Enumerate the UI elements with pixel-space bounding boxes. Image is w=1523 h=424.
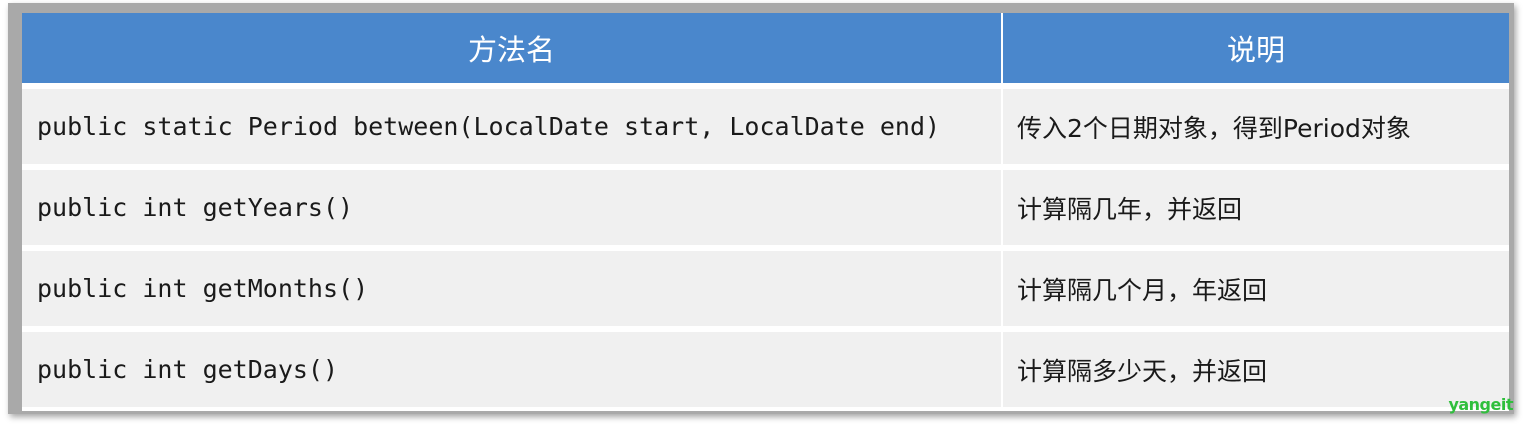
method-cell: public static Period between(LocalDate s…: [22, 83, 1003, 167]
watermark-logo: yangeit: [1448, 395, 1513, 414]
table-row: public int getMonths() 计算隔几个月，年返回: [22, 245, 1509, 329]
description-cell: 计算隔多少天，并返回: [1002, 326, 1509, 407]
table-frame: 方法名 说明 public static Period between(Loca…: [8, 3, 1514, 414]
table-container: 方法名 说明 public static Period between(Loca…: [22, 13, 1509, 411]
table-row: public static Period between(LocalDate s…: [22, 83, 1509, 167]
column-header-method: 方法名: [22, 13, 1003, 86]
description-cell: 计算隔几年，并返回: [1002, 164, 1509, 248]
method-cell: public int getYears(): [22, 164, 1003, 248]
method-table: 方法名 说明 public static Period between(Loca…: [22, 13, 1509, 407]
method-cell: public int getDays(): [22, 326, 1003, 407]
table-row: public int getYears() 计算隔几年，并返回: [22, 164, 1509, 248]
column-header-description: 说明: [1002, 13, 1509, 86]
description-cell: 计算隔几个月，年返回: [1002, 245, 1509, 329]
method-cell: public int getMonths(): [22, 245, 1003, 329]
description-cell: 传入2个日期对象，得到Period对象: [1002, 83, 1509, 167]
table-row: public int getDays() 计算隔多少天，并返回: [22, 326, 1509, 407]
table-header-row: 方法名 说明: [22, 13, 1509, 86]
